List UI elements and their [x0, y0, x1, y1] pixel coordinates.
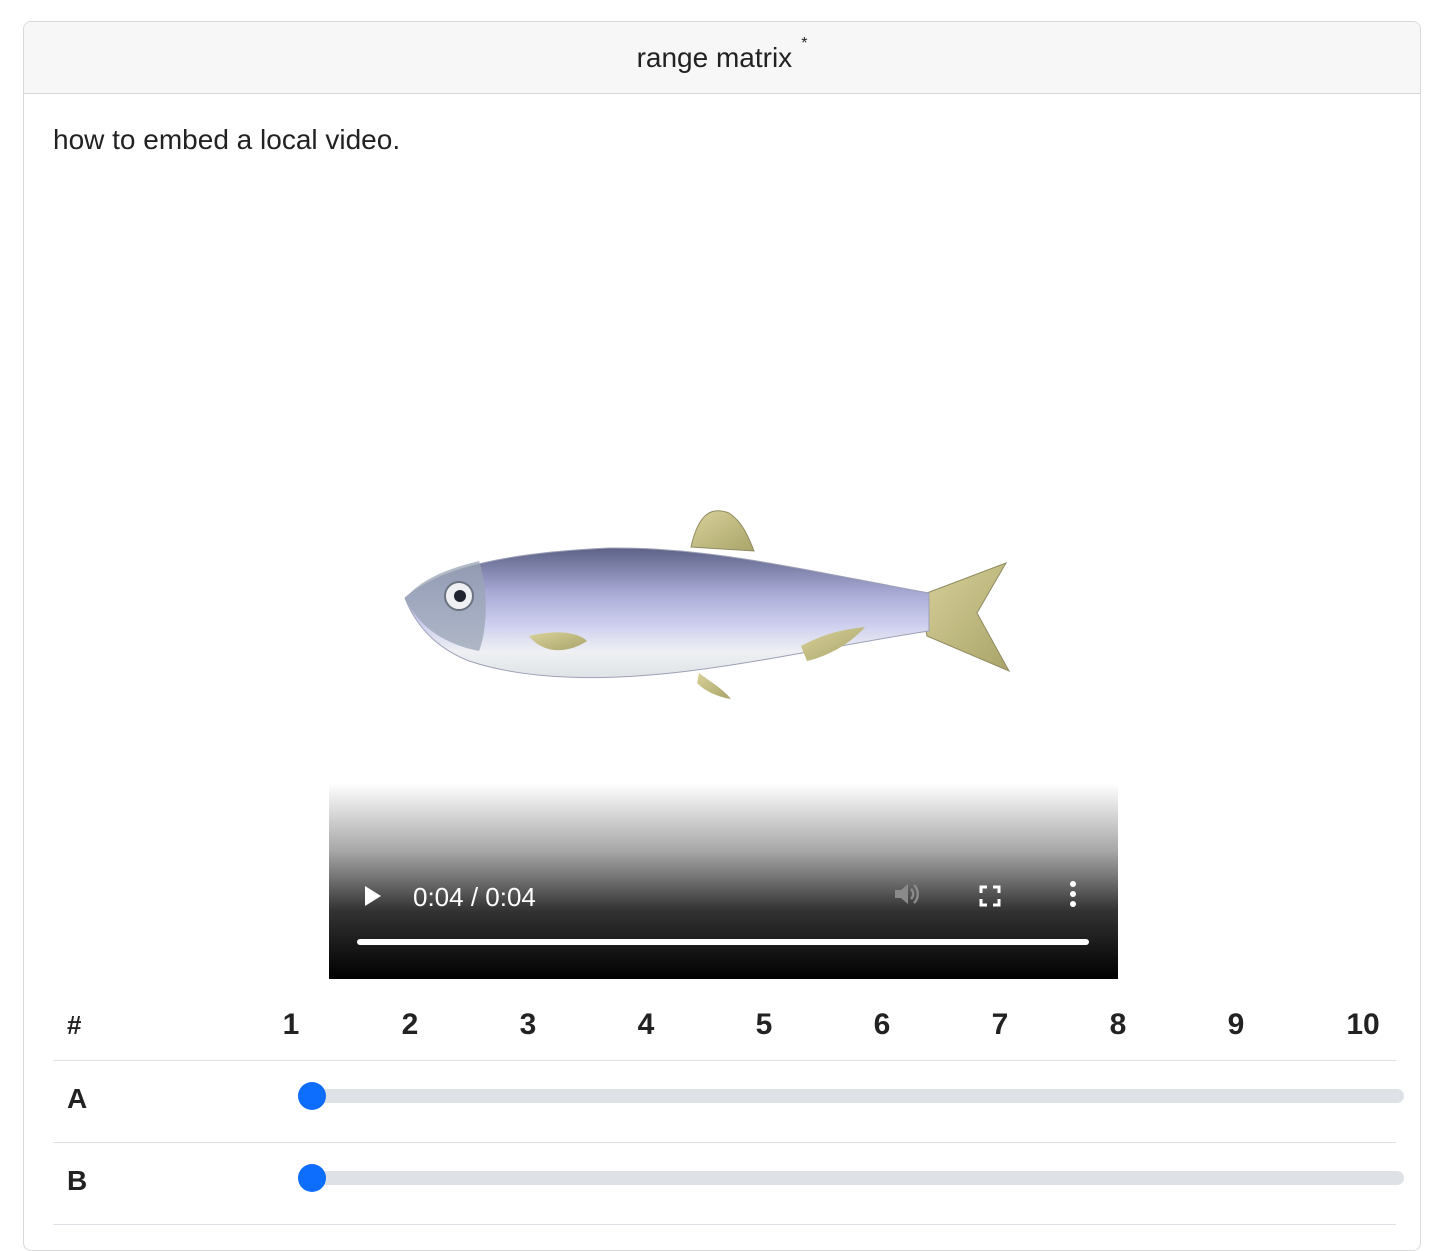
play-button[interactable] — [357, 881, 387, 911]
fish-image — [404, 510, 1011, 699]
range-thumb-b[interactable] — [298, 1164, 326, 1192]
question-text: how to embed a local video. — [53, 124, 401, 155]
matrix-column-label: 9 — [1227, 1008, 1245, 1041]
question-title: range matrix — [636, 41, 793, 73]
matrix-column-label: 5 — [755, 1008, 773, 1041]
range-thumb-a[interactable] — [298, 1082, 326, 1110]
play-icon — [365, 886, 381, 906]
question-card: range matrix * how to embed a local vide… — [23, 21, 1421, 1251]
matrix-column-label: 10 — [1346, 1008, 1380, 1041]
matrix-column-label: 2 — [401, 1008, 419, 1041]
matrix-row-label: A — [67, 1083, 88, 1114]
range-matrix: # 1 2 3 4 5 6 7 8 9 10 A B — [53, 1002, 1404, 1225]
matrix-row-a: A — [53, 1061, 1404, 1143]
matrix-column-label: 7 — [991, 1008, 1009, 1041]
matrix-column-label: 3 — [519, 1008, 537, 1041]
video-progress-bar[interactable] — [357, 939, 1089, 945]
video-controls: 0:04 / 0:04 — [329, 783, 1118, 979]
matrix-column-label: 8 — [1109, 1008, 1127, 1041]
matrix-column-label: 1 — [282, 1008, 300, 1041]
matrix-column-label: 4 — [637, 1008, 655, 1041]
video-player[interactable]: 0:04 / 0:04 — [329, 251, 1118, 979]
fullscreen-button[interactable] — [975, 881, 1005, 911]
volume-icon — [895, 884, 919, 904]
range-slider-b[interactable] — [298, 1164, 1404, 1192]
matrix-header-row: # 1 2 3 4 5 6 7 8 9 10 — [53, 1002, 1396, 1061]
more-vertical-icon — [1070, 881, 1076, 907]
required-marker: * — [801, 34, 808, 52]
matrix-corner-label: # — [67, 1010, 82, 1040]
matrix-row-label: B — [67, 1165, 88, 1196]
range-slider-a[interactable] — [298, 1082, 1404, 1110]
mute-button[interactable] — [889, 877, 923, 911]
matrix-row-b: B — [53, 1143, 1404, 1225]
more-options-button[interactable] — [1061, 877, 1085, 911]
time-display: 0:04 / 0:04 — [413, 882, 536, 912]
card-header: range matrix * — [24, 22, 1420, 94]
fullscreen-icon — [979, 885, 1001, 907]
matrix-column-label: 6 — [873, 1008, 891, 1041]
